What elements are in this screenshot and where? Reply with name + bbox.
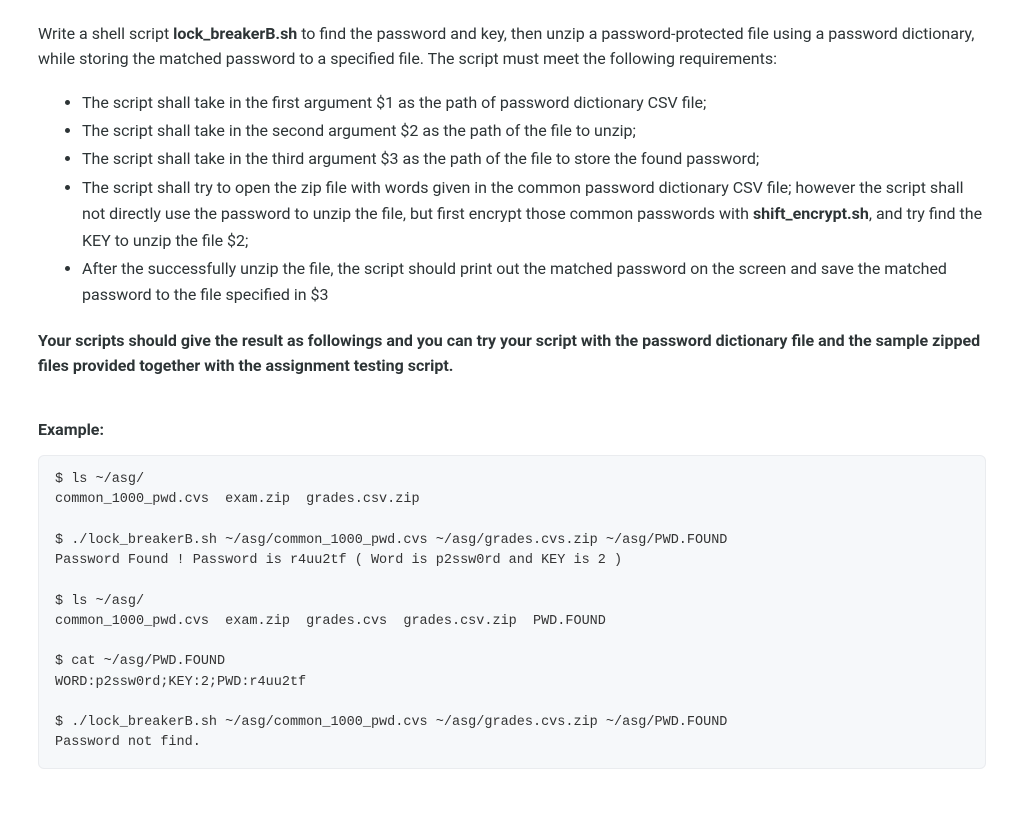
requirement-item: After the successfully unzip the file, t… bbox=[82, 256, 986, 309]
requirement-item: The script shall take in the third argum… bbox=[82, 146, 986, 172]
requirement-item: The script shall try to open the zip fil… bbox=[82, 175, 986, 254]
requirement-text: The script shall take in the second argu… bbox=[82, 121, 636, 140]
requirement-text: After the successfully unzip the file, t… bbox=[82, 259, 947, 304]
intro-pre: Write a shell script bbox=[38, 24, 173, 43]
script-name: lock_breakerB.sh bbox=[173, 24, 297, 43]
requirement-bold: shift_encrypt.sh bbox=[753, 204, 869, 223]
requirements-list: The script shall take in the first argum… bbox=[54, 90, 986, 309]
requirement-item: The script shall take in the second argu… bbox=[82, 118, 986, 144]
example-label: Example: bbox=[38, 418, 986, 443]
requirement-item: The script shall take in the first argum… bbox=[82, 90, 986, 116]
requirement-text: The script shall take in the third argum… bbox=[82, 149, 759, 168]
intro-paragraph: Write a shell script lock_breakerB.sh to… bbox=[38, 22, 986, 72]
result-note: Your scripts should give the result as f… bbox=[38, 329, 986, 379]
example-code-block: $ ls ~/asg/ common_1000_pwd.cvs exam.zip… bbox=[38, 455, 986, 769]
requirement-text: The script shall take in the first argum… bbox=[82, 93, 706, 112]
